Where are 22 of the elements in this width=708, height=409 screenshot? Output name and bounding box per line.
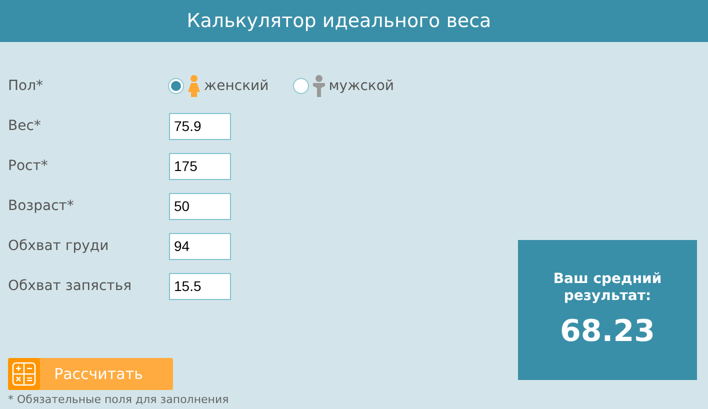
- input-field[interactable]: 75.9: [169, 112, 231, 140]
- radio-button[interactable]: [292, 78, 309, 94]
- result-value: 68.23: [560, 314, 655, 350]
- field-label: Обхват груди: [8, 238, 110, 254]
- field-label: Обхват запястья: [8, 278, 132, 294]
- field-label: Вес*: [8, 118, 42, 134]
- input-field[interactable]: 50: [169, 192, 231, 220]
- calculator-icon: [8, 358, 40, 390]
- person-icon: [188, 75, 200, 97]
- page-title: Калькулятор идеального веса: [0, 0, 708, 42]
- field-label: Рост*: [8, 158, 49, 174]
- result-label: Ваш средний результат:: [552, 270, 663, 304]
- input-field[interactable]: 15.5: [169, 272, 231, 300]
- option-label: мужской: [328, 78, 394, 94]
- field-label: Возраст*: [8, 198, 75, 214]
- input-field[interactable]: 94: [169, 232, 231, 260]
- person-icon: [312, 75, 325, 97]
- input-field[interactable]: 175: [169, 152, 231, 180]
- required-note: * Обязательные поля для заполнения: [8, 393, 230, 406]
- option-label: женский: [204, 78, 269, 94]
- field-label: Пол*: [8, 78, 44, 94]
- radio-button[interactable]: [168, 78, 184, 94]
